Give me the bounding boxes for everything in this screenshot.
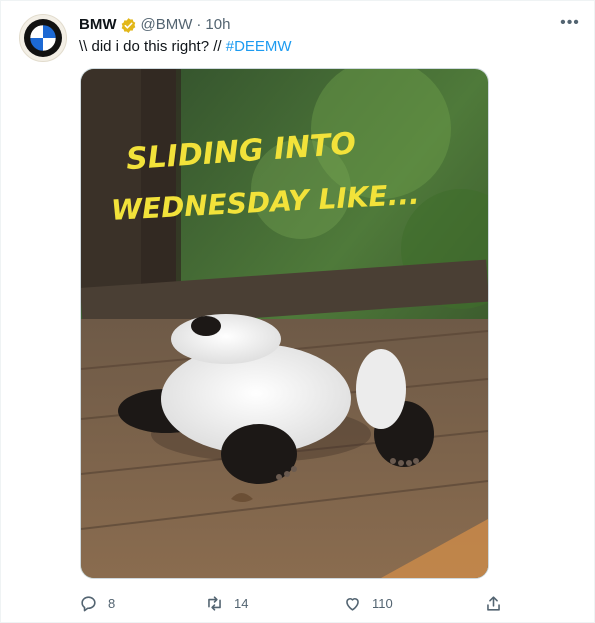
- retweet-icon: [208, 595, 221, 611]
- retweet-button[interactable]: 14: [205, 589, 248, 617]
- reply-icon: [81, 595, 96, 611]
- share-button[interactable]: [484, 589, 503, 617]
- retweet-count: 14: [234, 595, 249, 611]
- more-horizontal-icon: •••: [560, 14, 580, 31]
- display-name[interactable]: BMW: [79, 15, 117, 35]
- like-icon: [346, 597, 359, 611]
- timestamp[interactable]: 10h: [205, 15, 230, 35]
- tweet-image[interactable]: SLIDING INTO WEDNESDAY LIKE...: [80, 68, 489, 579]
- like-count: 110: [372, 595, 393, 611]
- tweet-card[interactable]: BMW @BMW · 10h ••• \\ did i do this righ…: [0, 0, 595, 623]
- user-handle[interactable]: @BMW: [141, 15, 193, 35]
- avatar[interactable]: [19, 14, 67, 62]
- tweet-text-body: \\ did i do this right? //: [79, 38, 226, 55]
- tweet-actions: 8 14 110: [79, 589, 509, 617]
- more-options-button[interactable]: •••: [556, 11, 584, 35]
- bmw-logo-icon: [24, 19, 62, 57]
- verified-badge-icon[interactable]: [120, 17, 137, 34]
- reply-button[interactable]: 8: [79, 589, 115, 617]
- reply-count: 8: [108, 595, 116, 611]
- tweet-header: BMW @BMW · 10h: [79, 15, 230, 35]
- share-icon: [487, 595, 500, 611]
- like-button[interactable]: 110: [343, 589, 393, 617]
- tweet-text: \\ did i do this right? // #DEEMW: [79, 37, 292, 57]
- hashtag-link[interactable]: #DEEMW: [226, 38, 292, 55]
- panda-photo: SLIDING INTO WEDNESDAY LIKE...: [81, 69, 488, 578]
- separator-dot: ·: [196, 16, 202, 33]
